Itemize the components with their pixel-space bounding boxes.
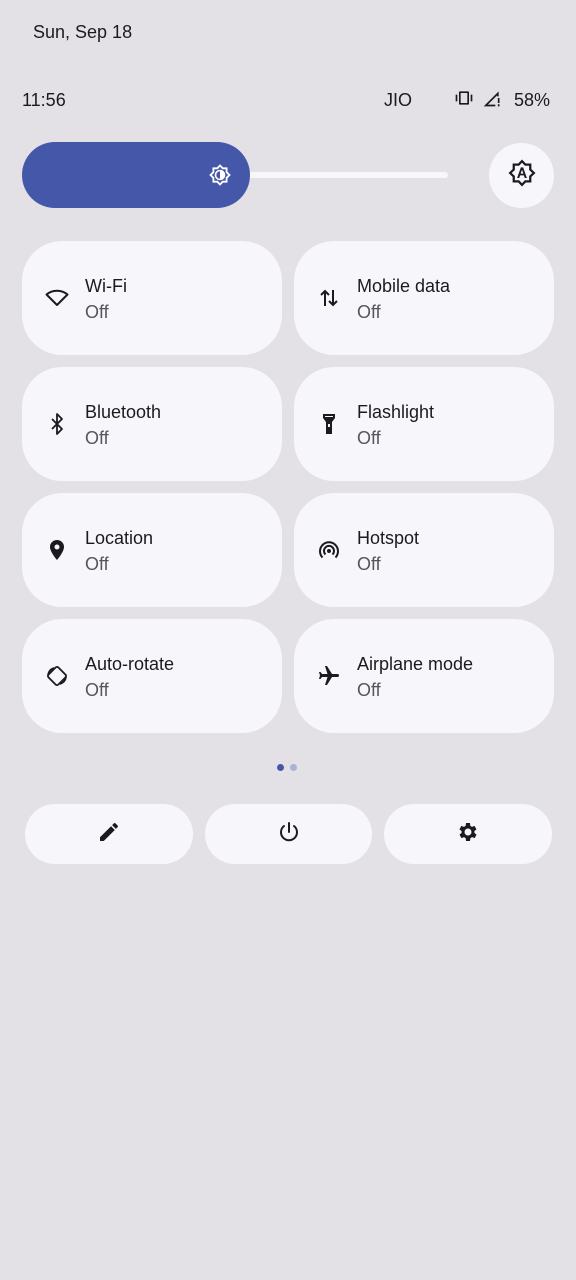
tile-state: Off	[85, 554, 109, 574]
tile-label: Location	[85, 528, 154, 548]
tile-label: Bluetooth	[85, 402, 162, 422]
tile-label: Wi-Fi	[85, 276, 127, 296]
carrier-label: JIO	[383, 89, 412, 110]
tile-location[interactable]: Location Off	[22, 493, 282, 607]
status-icons: 58%	[454, 88, 550, 113]
edit-icon	[97, 820, 121, 849]
settings-icon	[456, 820, 480, 849]
page-indicator	[277, 764, 297, 771]
tile-hotspot[interactable]: Hotspot Off	[294, 493, 554, 607]
tile-flashlight[interactable]: Flashlight Off	[294, 367, 554, 481]
signal-icon	[482, 88, 502, 113]
tile-label: Flashlight	[357, 402, 435, 422]
auto-brightness-icon	[507, 158, 537, 193]
auto-brightness-button[interactable]	[489, 143, 554, 208]
flashlight-icon	[317, 412, 341, 436]
clock: 11:56	[22, 89, 66, 110]
bluetooth-icon	[45, 412, 69, 436]
tile-state: Off	[85, 428, 109, 448]
tile-label: Mobile data	[357, 276, 451, 296]
wifi-icon	[45, 286, 69, 310]
tile-state: Off	[357, 554, 381, 574]
brightness-icon	[208, 163, 232, 187]
edit-button[interactable]	[25, 804, 193, 864]
location-icon	[45, 538, 69, 562]
page-dot-active	[277, 764, 284, 771]
tile-label: Airplane mode	[357, 654, 474, 674]
tile-state: Off	[85, 680, 109, 700]
tile-label: Auto-rotate	[85, 654, 175, 674]
tile-state: Off	[85, 302, 109, 322]
tile-state: Off	[357, 428, 381, 448]
brightness-slider[interactable]	[22, 142, 480, 208]
battery-percent: 58%	[513, 89, 550, 110]
mobile-data-icon	[317, 286, 341, 310]
hotspot-icon	[317, 538, 341, 562]
brightness-fill[interactable]	[22, 142, 250, 208]
tile-state: Off	[357, 302, 381, 322]
bottom-actions	[25, 804, 553, 864]
power-icon	[277, 820, 301, 849]
vibrate-icon	[454, 88, 474, 113]
status-bar: 11:56 JIO 58%	[22, 88, 550, 112]
settings-button[interactable]	[384, 804, 553, 864]
brightness-track[interactable]	[232, 172, 448, 178]
tile-wifi[interactable]: Wi-Fi Off	[22, 241, 282, 355]
tile-bluetooth[interactable]: Bluetooth Off	[22, 367, 282, 481]
date-label[interactable]: Sun, Sep 18	[33, 22, 132, 43]
tile-label: Hotspot	[357, 528, 420, 548]
auto-rotate-icon	[45, 664, 69, 688]
tile-state: Off	[357, 680, 381, 700]
airplane-icon	[317, 664, 341, 688]
quick-tiles-grid: Wi-Fi Off Mobile data Off Bluetooth Off	[22, 241, 554, 733]
tile-airplane-mode[interactable]: Airplane mode Off	[294, 619, 554, 733]
tile-auto-rotate[interactable]: Auto-rotate Off	[22, 619, 282, 733]
quick-settings-panel: Sun, Sep 18 11:56 JIO 58% Wi-Fi Off Mobi…	[0, 0, 576, 1280]
tile-mobile-data[interactable]: Mobile data Off	[294, 241, 554, 355]
page-dot	[290, 764, 297, 771]
power-button[interactable]	[204, 804, 373, 864]
